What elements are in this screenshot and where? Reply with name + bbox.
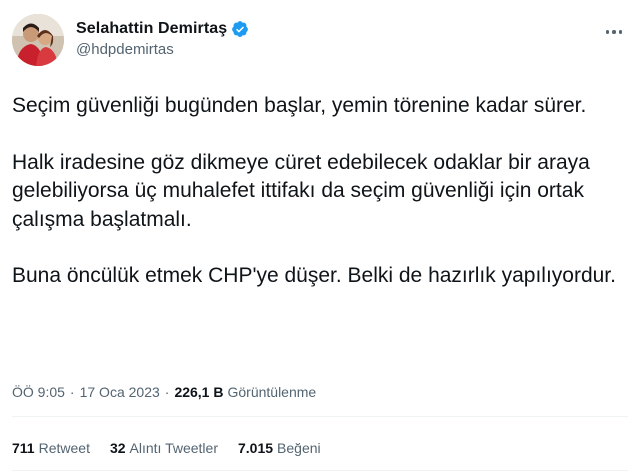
retweets-label: Retweet bbox=[38, 440, 90, 456]
tweet-paragraph: Buna öncülük etmek CHP'ye düşer. Belki d… bbox=[12, 264, 616, 287]
divider bbox=[12, 470, 628, 471]
meta-separator: · bbox=[164, 384, 170, 400]
likes-label: Beğeni bbox=[277, 440, 321, 456]
tweet-paragraph: Seçim güvenliği bugünden başlar, yemin t… bbox=[12, 94, 587, 117]
author-block: Selahattin Demirtaş @hdpdemirtas bbox=[76, 20, 249, 58]
quotes-label: Alıntı Tweetler bbox=[129, 440, 218, 456]
tweet-paragraph: Halk iradesine göz dikmeye cüret edebile… bbox=[12, 150, 590, 231]
retweets-stat[interactable]: 711 Retweet bbox=[12, 440, 90, 456]
engagement-stats: 711 Retweet 32 Alıntı Tweetler 7.015 Beğ… bbox=[12, 440, 341, 456]
likes-stat[interactable]: 7.015 Beğeni bbox=[238, 440, 321, 456]
tweet-date[interactable]: 17 Oca 2023 bbox=[80, 384, 160, 400]
author-handle[interactable]: @hdpdemirtas bbox=[76, 41, 249, 58]
retweets-count: 711 bbox=[12, 440, 35, 456]
verified-badge-icon bbox=[231, 20, 249, 38]
avatar[interactable] bbox=[12, 14, 64, 66]
more-options-icon[interactable] bbox=[602, 22, 626, 42]
tweet-time[interactable]: ÖÖ 9:05 bbox=[12, 384, 65, 400]
divider bbox=[12, 416, 628, 417]
author-display-name[interactable]: Selahattin Demirtaş bbox=[76, 20, 227, 38]
quotes-count: 32 bbox=[109, 440, 126, 456]
meta-separator: · bbox=[69, 384, 75, 400]
quote-tweets-stat[interactable]: 32 Alıntı Tweetler bbox=[110, 440, 218, 456]
views-label: Görüntülenme bbox=[227, 384, 317, 400]
likes-count: 7.015 bbox=[237, 440, 274, 456]
views-count: 226,1 B bbox=[174, 384, 224, 400]
tweet-text: Seçim güvenliği bugünden başlar, yemin t… bbox=[12, 92, 624, 291]
tweet-meta: ÖÖ 9:05 · 17 Oca 2023 · 226,1 B Görüntül… bbox=[12, 384, 316, 400]
avatar-photo bbox=[12, 14, 64, 66]
tweet-header: Selahattin Demirtaş @hdpdemirtas bbox=[12, 14, 628, 70]
